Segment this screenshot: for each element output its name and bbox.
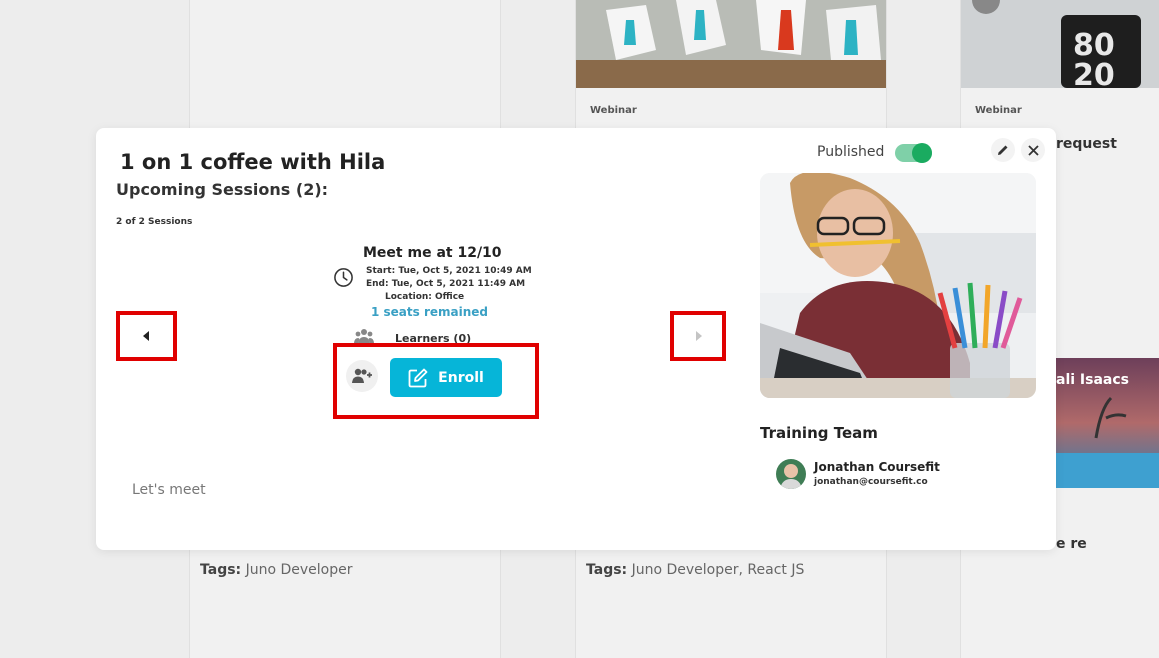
team-member-email: jonathan@coursefit.co bbox=[814, 477, 928, 487]
published-toggle[interactable] bbox=[895, 143, 932, 163]
course-description: Let's meet bbox=[132, 482, 206, 498]
avatar bbox=[776, 459, 806, 489]
toggle-knob bbox=[912, 143, 932, 163]
user-plus-icon bbox=[352, 368, 372, 383]
add-learner-button[interactable] bbox=[346, 360, 378, 392]
users-icon bbox=[354, 329, 374, 343]
prev-session-button[interactable] bbox=[120, 315, 173, 357]
edit-square-icon bbox=[408, 368, 428, 387]
modal-title: 1 on 1 coffee with Hila bbox=[120, 150, 386, 174]
training-team-heading: Training Team bbox=[760, 424, 878, 442]
session-location: Location: Office bbox=[385, 292, 465, 302]
close-icon bbox=[1027, 144, 1039, 156]
caret-left-icon bbox=[142, 331, 149, 341]
caret-right-icon bbox=[696, 331, 702, 341]
enroll-button[interactable]: Enroll bbox=[390, 358, 502, 397]
enroll-label: Enroll bbox=[438, 369, 484, 386]
session-title: Meet me at 12/10 bbox=[363, 245, 502, 261]
course-image bbox=[760, 173, 1036, 398]
pencil-icon bbox=[998, 145, 1008, 155]
upcoming-sessions-heading: Upcoming Sessions (2): bbox=[116, 180, 329, 199]
clock-icon bbox=[334, 268, 353, 287]
session-end: End: Tue, Oct 5, 2021 11:49 AM bbox=[366, 279, 526, 289]
edit-button[interactable] bbox=[991, 138, 1015, 162]
course-modal: 1 on 1 coffee with Hila Upcoming Session… bbox=[96, 128, 1056, 550]
published-label: Published bbox=[817, 144, 885, 160]
team-member-name: Jonathan Coursefit bbox=[814, 460, 940, 474]
close-button[interactable] bbox=[1021, 138, 1045, 162]
session-count: 2 of 2 Sessions bbox=[116, 217, 193, 227]
session-start: Start: Tue, Oct 5, 2021 10:49 AM bbox=[366, 266, 532, 276]
next-session-button[interactable] bbox=[674, 315, 722, 357]
seats-remaining: 1 seats remained bbox=[371, 305, 489, 319]
